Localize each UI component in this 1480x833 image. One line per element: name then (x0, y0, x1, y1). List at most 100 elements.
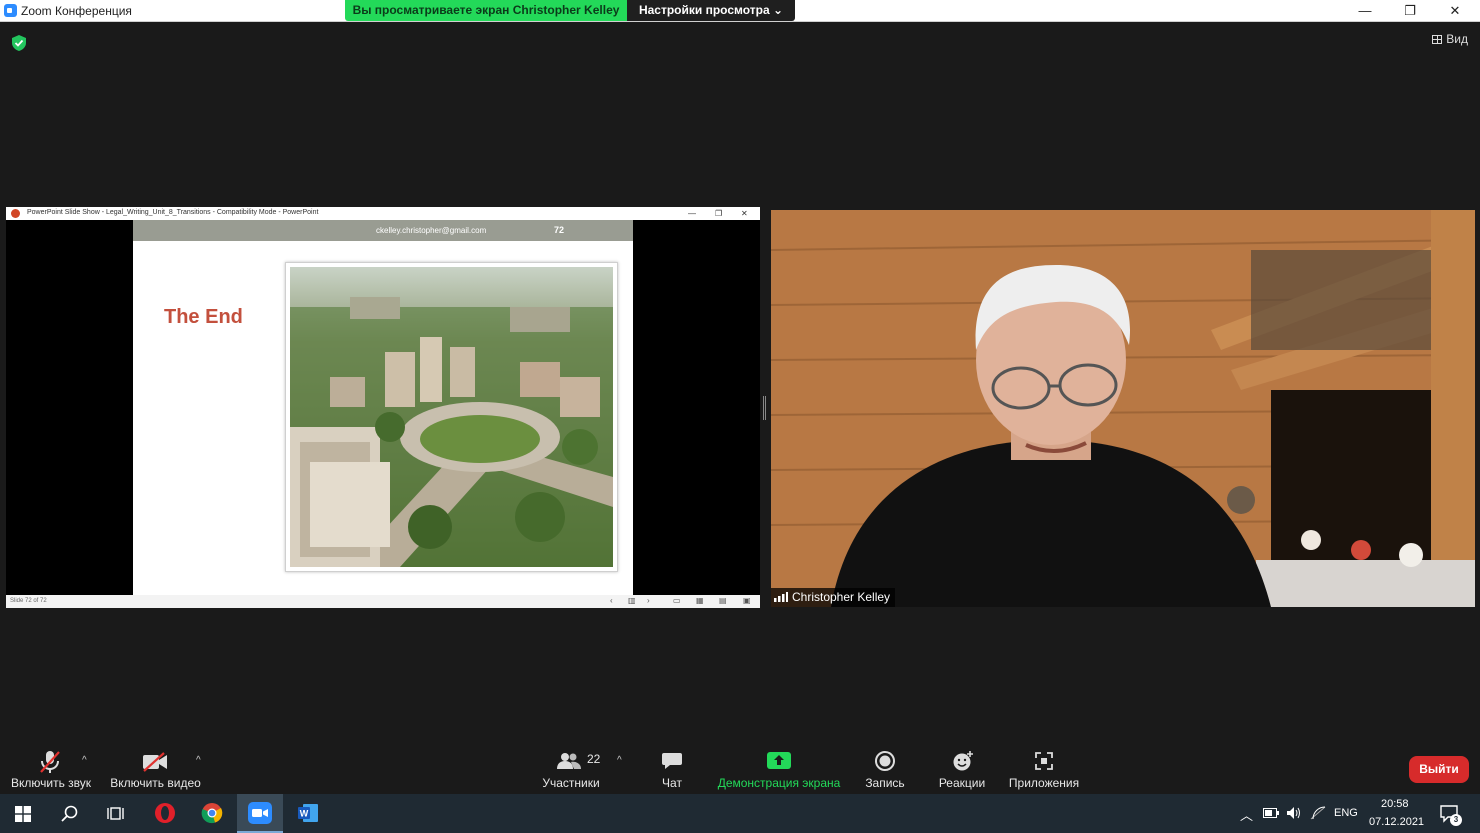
audio-options-chevron-icon[interactable]: ^ (82, 755, 87, 766)
slide-counter: Slide 72 of 72 (10, 598, 47, 604)
chrome-icon (201, 803, 223, 824)
record-button[interactable]: Запись (860, 746, 910, 794)
participant-name: Christopher Kelley (792, 590, 891, 604)
word-icon: W (298, 804, 318, 822)
close-button[interactable]: ✕ (1432, 0, 1478, 22)
normal-view-icon[interactable]: ▭ (673, 596, 681, 605)
taskbar-chrome[interactable] (189, 794, 235, 833)
share-screen-wrap (714, 746, 844, 776)
apps-button[interactable]: Приложения (1006, 746, 1082, 794)
slide-email: ckelley.christopher@gmail.com (376, 226, 487, 235)
window-titlebar: Zoom Конференция Вы просматриваете экран… (0, 0, 1480, 22)
ppt-statusbar: Slide 72 of 72 ‹ ▥ › ▭ ▦ ▤ ▣ (6, 595, 760, 608)
windows-logo-icon (15, 806, 31, 822)
start-video-label: Включить видео (110, 776, 201, 790)
unmute-button[interactable]: Включить звук (6, 746, 96, 794)
start-video-button[interactable]: Включить видео (108, 746, 203, 794)
slide-header: ckelley.christopher@gmail.com 72 (133, 220, 633, 241)
clock-time[interactable]: 20:58 (1381, 798, 1409, 810)
taskbar-search-button[interactable] (46, 794, 92, 833)
slideshow-view-icon[interactable]: ▣ (743, 596, 751, 605)
ppt-window-title: PowerPoint Slide Show - Legal_Writing_Un… (27, 209, 319, 216)
participants-button[interactable]: 22 Участники (536, 746, 606, 794)
apps-label: Приложения (1008, 776, 1080, 790)
share-screen-label: Демонстрация экрана (717, 776, 841, 790)
chat-wrap (652, 746, 692, 776)
minimize-button[interactable]: — (1342, 0, 1388, 22)
tray-chevron-icon[interactable]: ︿ (1240, 805, 1253, 824)
unmute-label: Включить звук (10, 776, 92, 790)
leave-button[interactable]: Выйти (1409, 756, 1469, 783)
start-button[interactable] (0, 794, 46, 833)
sorter-view-icon[interactable]: ▦ (696, 596, 704, 605)
share-screen-button[interactable]: Демонстрация экрана (714, 746, 844, 794)
notification-count-badge: 3 (1450, 814, 1462, 826)
participants-icon (557, 753, 581, 769)
ppt-restore-icon: ❐ (715, 209, 723, 218)
slide-menu-icon[interactable]: ▥ (628, 596, 636, 605)
participants-count: 22 (587, 752, 601, 766)
view-settings-button[interactable]: Настройки просмотра ⌄ (627, 0, 795, 21)
shared-screen[interactable]: PowerPoint Slide Show - Legal_Writing_Un… (6, 207, 760, 608)
slide: ckelley.christopher@gmail.com 72 The End (133, 220, 633, 595)
windows-taskbar: W ︿ ENG 20:58 07.12.2021 3 (0, 794, 1480, 833)
svg-text:W: W (300, 809, 309, 819)
ppt-titlebar: PowerPoint Slide Show - Legal_Writing_Un… (6, 207, 760, 220)
share-screen-icon (767, 752, 791, 769)
slide-photo-frame (285, 262, 618, 572)
record-icon (875, 751, 895, 771)
window-title: Zoom Конференция (21, 4, 132, 18)
view-button[interactable]: Вид (1432, 32, 1468, 46)
battery-icon[interactable] (1263, 808, 1279, 818)
next-slide-icon[interactable]: › (647, 596, 650, 605)
meeting-toolbar: Включить звук ^ Включить видео ^ 22 Учас… (0, 746, 1480, 794)
screen-share-banner: Вы просматриваете экран Christopher Kell… (345, 0, 627, 21)
splitter-handle[interactable] (763, 396, 766, 420)
prev-slide-icon[interactable]: ‹ (610, 596, 613, 605)
slide-heading: The End (164, 306, 243, 328)
network-icon[interactable] (1310, 806, 1326, 820)
view-label: Вид (1446, 32, 1468, 46)
reactions-label: Реакции (938, 776, 986, 790)
slide-number: 72 (554, 225, 565, 235)
clock-date[interactable]: 07.12.2021 (1369, 816, 1424, 828)
participant-video[interactable] (771, 210, 1475, 607)
taskbar-word[interactable]: W (285, 794, 331, 833)
task-view-icon (107, 807, 124, 820)
zoom-app-icon (248, 802, 272, 824)
reaction-smiley-icon (953, 751, 973, 771)
apps-wrap (1006, 746, 1082, 776)
chat-button[interactable]: Чат (652, 746, 692, 794)
mic-muted-icon (40, 751, 60, 773)
video-options-chevron-icon[interactable]: ^ (196, 755, 201, 766)
participant-name-tag: Christopher Kelley (771, 588, 896, 607)
record-label: Запись (865, 776, 905, 790)
ppt-minimize-icon: — (688, 209, 696, 218)
zoom-icon (4, 4, 17, 17)
reading-view-icon[interactable]: ▤ (719, 596, 727, 605)
participants-chevron-icon[interactable]: ^ (617, 755, 622, 766)
camera-off-wrap (108, 746, 203, 776)
apps-icon (1035, 752, 1053, 770)
participants-label: Участники (542, 776, 600, 790)
record-wrap (860, 746, 910, 776)
taskbar-opera[interactable] (142, 794, 188, 833)
camera-off-icon (143, 752, 167, 772)
aerial-city-photo (290, 267, 613, 567)
ppt-close-icon: ✕ (741, 209, 748, 218)
grid-icon (1432, 35, 1443, 44)
volume-icon[interactable] (1286, 806, 1302, 820)
opera-icon (155, 803, 175, 823)
restore-button[interactable]: ❐ (1387, 0, 1433, 22)
input-language[interactable]: ENG (1334, 807, 1358, 819)
signal-strength-icon (774, 592, 788, 602)
chat-icon (662, 753, 682, 769)
shield-icon[interactable] (12, 35, 26, 51)
chat-label: Чат (662, 776, 682, 790)
participants-wrap: 22 (536, 746, 606, 776)
taskbar-zoom[interactable] (237, 794, 283, 833)
reactions-button[interactable]: Реакции (934, 746, 990, 794)
task-view-button[interactable] (92, 794, 138, 833)
search-icon (61, 805, 78, 822)
reactions-wrap (934, 746, 990, 776)
